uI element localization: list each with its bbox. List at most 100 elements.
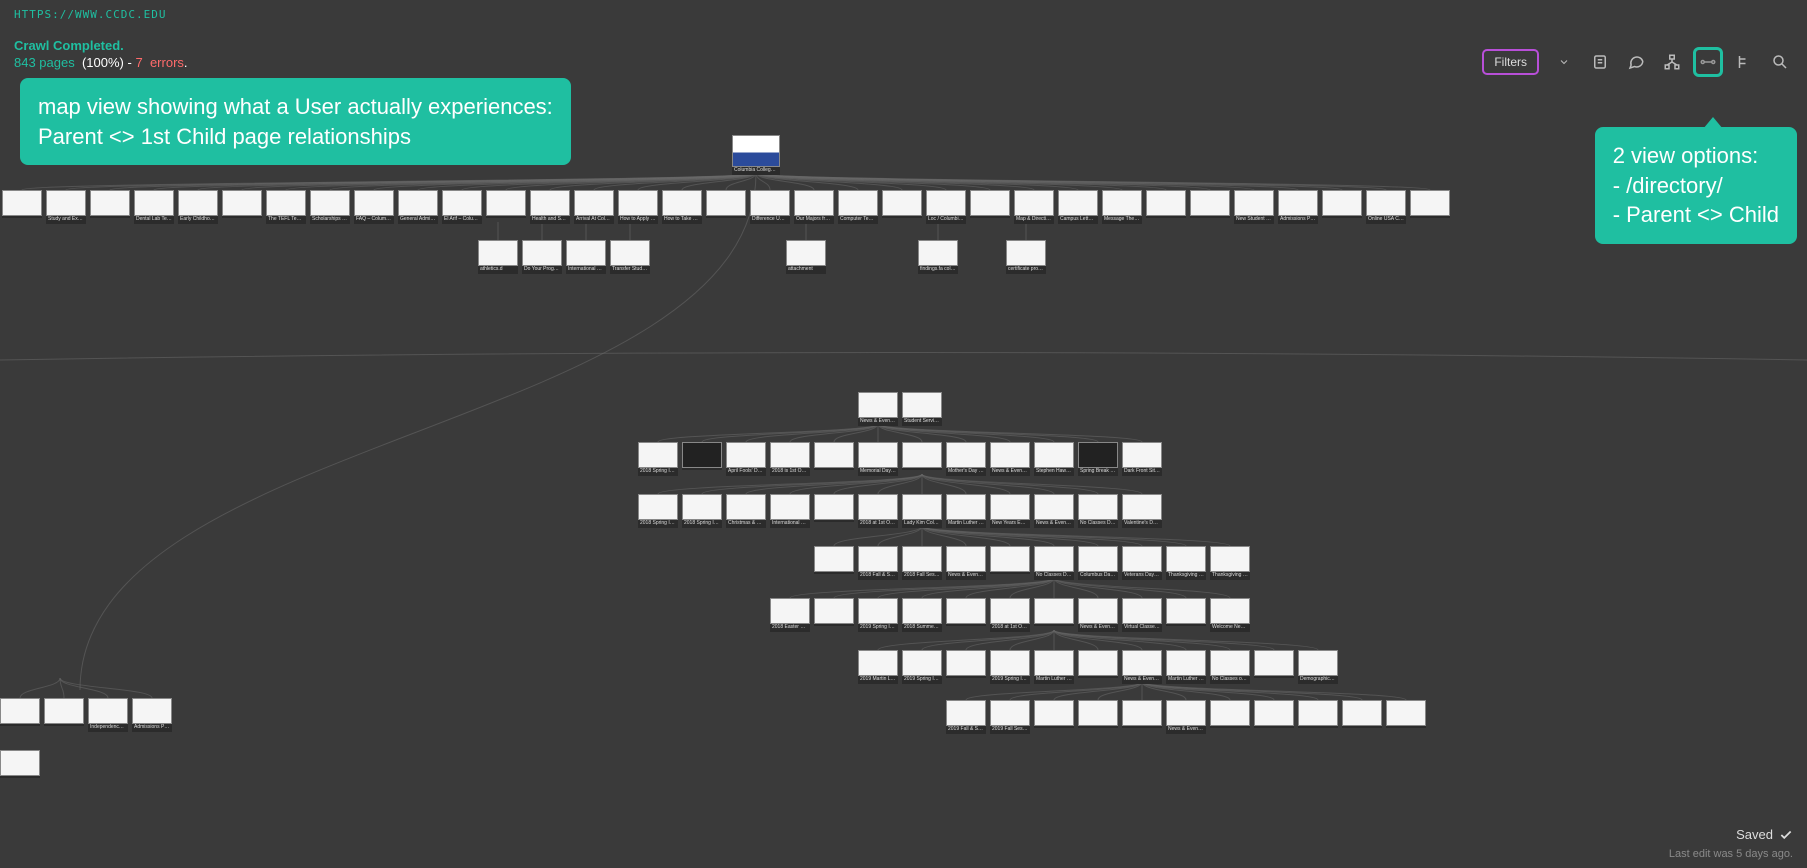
- page-node[interactable]: Martin Luther King Day Monday: [946, 494, 986, 528]
- directory-view-button[interactable]: [1729, 47, 1759, 77]
- page-node[interactable]: Martin Luther King Day – January Fall: [1034, 650, 1074, 684]
- page-node[interactable]: Spring Break Mar 5 – Classes On: [1078, 442, 1118, 476]
- page-node[interactable]: [1298, 700, 1338, 728]
- page-node[interactable]: Admissions Page – Columbia: [1278, 190, 1318, 224]
- page-node[interactable]: 2018 at 1st Our Open House On Mar: [858, 494, 898, 528]
- page-node[interactable]: Thanksgiving Break Effect on Novemb...: [1210, 546, 1250, 580]
- page-node[interactable]: [222, 190, 262, 218]
- page-node[interactable]: [44, 698, 84, 726]
- page-node[interactable]: [1078, 700, 1118, 728]
- page-node[interactable]: Campus Letter From Dr May - Columbi...: [1058, 190, 1098, 224]
- page-node[interactable]: New Student Orientation – Columbia: [1234, 190, 1274, 224]
- page-node[interactable]: 2018 Summer & Session Starts On: [902, 598, 942, 632]
- page-node[interactable]: [1210, 700, 1250, 728]
- page-node[interactable]: News & Events Page 6-30 Of – Columbia: [1122, 650, 1162, 684]
- page-node[interactable]: 2019 Spring II Session Starts On: [902, 650, 942, 684]
- page-node[interactable]: 2018 Fall & Session Starts On Aug: [858, 546, 898, 580]
- page-node[interactable]: Virtual Classes on Education of Col...: [1122, 598, 1162, 632]
- page-node[interactable]: 2018 Fall Session II Starts On: [902, 546, 942, 580]
- page-node[interactable]: [1190, 190, 1230, 218]
- page-node[interactable]: certificate programs: [1006, 240, 1046, 274]
- page-node[interactable]: [682, 442, 722, 470]
- page-node[interactable]: Difference USA Admissions – Col...: [750, 190, 790, 224]
- parent-child-view-button[interactable]: [1693, 47, 1723, 77]
- page-node[interactable]: 2018 at 1st Our Open House on Jun: [990, 598, 1030, 632]
- page-node[interactable]: [1034, 598, 1074, 626]
- page-node[interactable]: No Classes December 24 – December: [1034, 546, 1074, 580]
- page-node[interactable]: Columbia College - Your Future: [732, 135, 780, 175]
- page-node[interactable]: [814, 598, 854, 626]
- list-view-button[interactable]: [1585, 47, 1615, 77]
- page-node[interactable]: Arrival At Columbia College: [574, 190, 614, 224]
- page-node[interactable]: [0, 698, 40, 726]
- comment-button[interactable]: [1621, 47, 1651, 77]
- page-node[interactable]: findings.fa columbia.edu: [918, 240, 958, 274]
- page-node[interactable]: Thanksgiving Week – November: [1166, 546, 1206, 580]
- page-node[interactable]: 2019 Martin L Session Starts On: [858, 650, 898, 684]
- page-node[interactable]: Stephen Hawking Tribute – Col...: [1034, 442, 1074, 476]
- page-node[interactable]: General Admissions Information - Col...: [398, 190, 438, 224]
- page-node[interactable]: Welcome New Dean For Business: [1210, 598, 1250, 632]
- page-node[interactable]: Independence Day – Columbia: [88, 698, 128, 732]
- page-node[interactable]: [90, 190, 130, 218]
- page-node[interactable]: [902, 442, 942, 470]
- page-node[interactable]: [1166, 598, 1206, 626]
- page-node[interactable]: [814, 442, 854, 470]
- page-node[interactable]: FAQ – Columbia College: [354, 190, 394, 224]
- page-node[interactable]: Dark Front Site On 3: [1122, 442, 1162, 476]
- page-node[interactable]: 2018 Spring II & Session Starts On: [638, 442, 678, 476]
- page-node[interactable]: [946, 598, 986, 626]
- page-node[interactable]: [882, 190, 922, 218]
- page-node[interactable]: News & Events Page 3-30 Of – Columbia: [1034, 494, 1074, 528]
- page-node[interactable]: The TEFL Teacher & Classmates Co...: [266, 190, 306, 224]
- page-node[interactable]: Health and Safety Procedure Response: [530, 190, 570, 224]
- filters-dropdown[interactable]: [1549, 47, 1579, 77]
- page-node[interactable]: [1078, 650, 1118, 678]
- page-node[interactable]: [706, 190, 746, 218]
- page-node[interactable]: Online USA Classrooms: [1366, 190, 1406, 224]
- page-node[interactable]: 2018 Easter Holiday Good Friday: [770, 598, 810, 632]
- page-node[interactable]: [814, 546, 854, 574]
- page-node[interactable]: Martin Luther King: [1166, 650, 1206, 684]
- page-node[interactable]: No Classes December: [1078, 494, 1118, 528]
- page-node[interactable]: attachment: [786, 240, 826, 274]
- page-node[interactable]: Student Services – Columbia: [902, 392, 942, 426]
- page-node[interactable]: Computer Technology – Columbia: [838, 190, 878, 224]
- page-node[interactable]: 2018 Spring III & Session Starts On: [682, 494, 722, 528]
- page-node[interactable]: athletics.d: [478, 240, 518, 274]
- tree-view-button[interactable]: [1657, 47, 1687, 77]
- page-node[interactable]: Lady Kim Columbia College's Book Si...: [902, 494, 942, 528]
- page-node[interactable]: 2019 Fall Session Starts On: [990, 700, 1030, 734]
- page-node[interactable]: [1322, 190, 1362, 218]
- page-node[interactable]: 2018 is 1st Our Open House on May: [770, 442, 810, 476]
- page-node[interactable]: [946, 650, 986, 678]
- page-node[interactable]: [1122, 700, 1162, 728]
- page-node[interactable]: International Students – Columbia: [566, 240, 606, 274]
- page-node[interactable]: Transfer Students - Columbia College: [610, 240, 650, 274]
- page-node[interactable]: Valentine's Day February 14: [1122, 494, 1162, 528]
- page-node[interactable]: Christmas & Winter Break December 21: [726, 494, 766, 528]
- page-node[interactable]: [0, 750, 40, 778]
- filters-button[interactable]: Filters: [1482, 49, 1539, 75]
- page-node[interactable]: News & Events Page 7-30 Of – Columbia: [1166, 700, 1206, 734]
- page-node[interactable]: [1254, 700, 1294, 728]
- page-node[interactable]: New Years Eve January 1: [990, 494, 1030, 528]
- page-node[interactable]: [1034, 700, 1074, 728]
- page-node[interactable]: [1146, 190, 1186, 218]
- page-node[interactable]: 2019 Fall & Session Starts On: [946, 700, 986, 734]
- page-node[interactable]: [814, 494, 854, 522]
- page-node[interactable]: Study and Excellence - Columbia College: [46, 190, 86, 224]
- page-node[interactable]: Scholarships & Healthcare at Col...: [310, 190, 350, 224]
- search-button[interactable]: [1765, 47, 1795, 77]
- page-node[interactable]: Do Your Programs - Columbia College: [522, 240, 562, 274]
- page-node[interactable]: [990, 546, 1030, 574]
- page-node[interactable]: News & Events Page 4-30 Of – Columbia: [946, 546, 986, 580]
- page-node[interactable]: [486, 190, 526, 218]
- page-node[interactable]: Columbus Day – October: [1078, 546, 1118, 580]
- page-node[interactable]: [2, 190, 42, 218]
- page-node[interactable]: 2019 Spring II Starts On August: [858, 598, 898, 632]
- page-node[interactable]: Message Therapy - Columbia: [1102, 190, 1142, 224]
- page-node[interactable]: Dental Lab Technology Program: [134, 190, 174, 224]
- page-node[interactable]: Loc / Columbia College: [926, 190, 966, 224]
- page-node[interactable]: News & Events Page 1-30 Of - Columbia: [858, 392, 898, 426]
